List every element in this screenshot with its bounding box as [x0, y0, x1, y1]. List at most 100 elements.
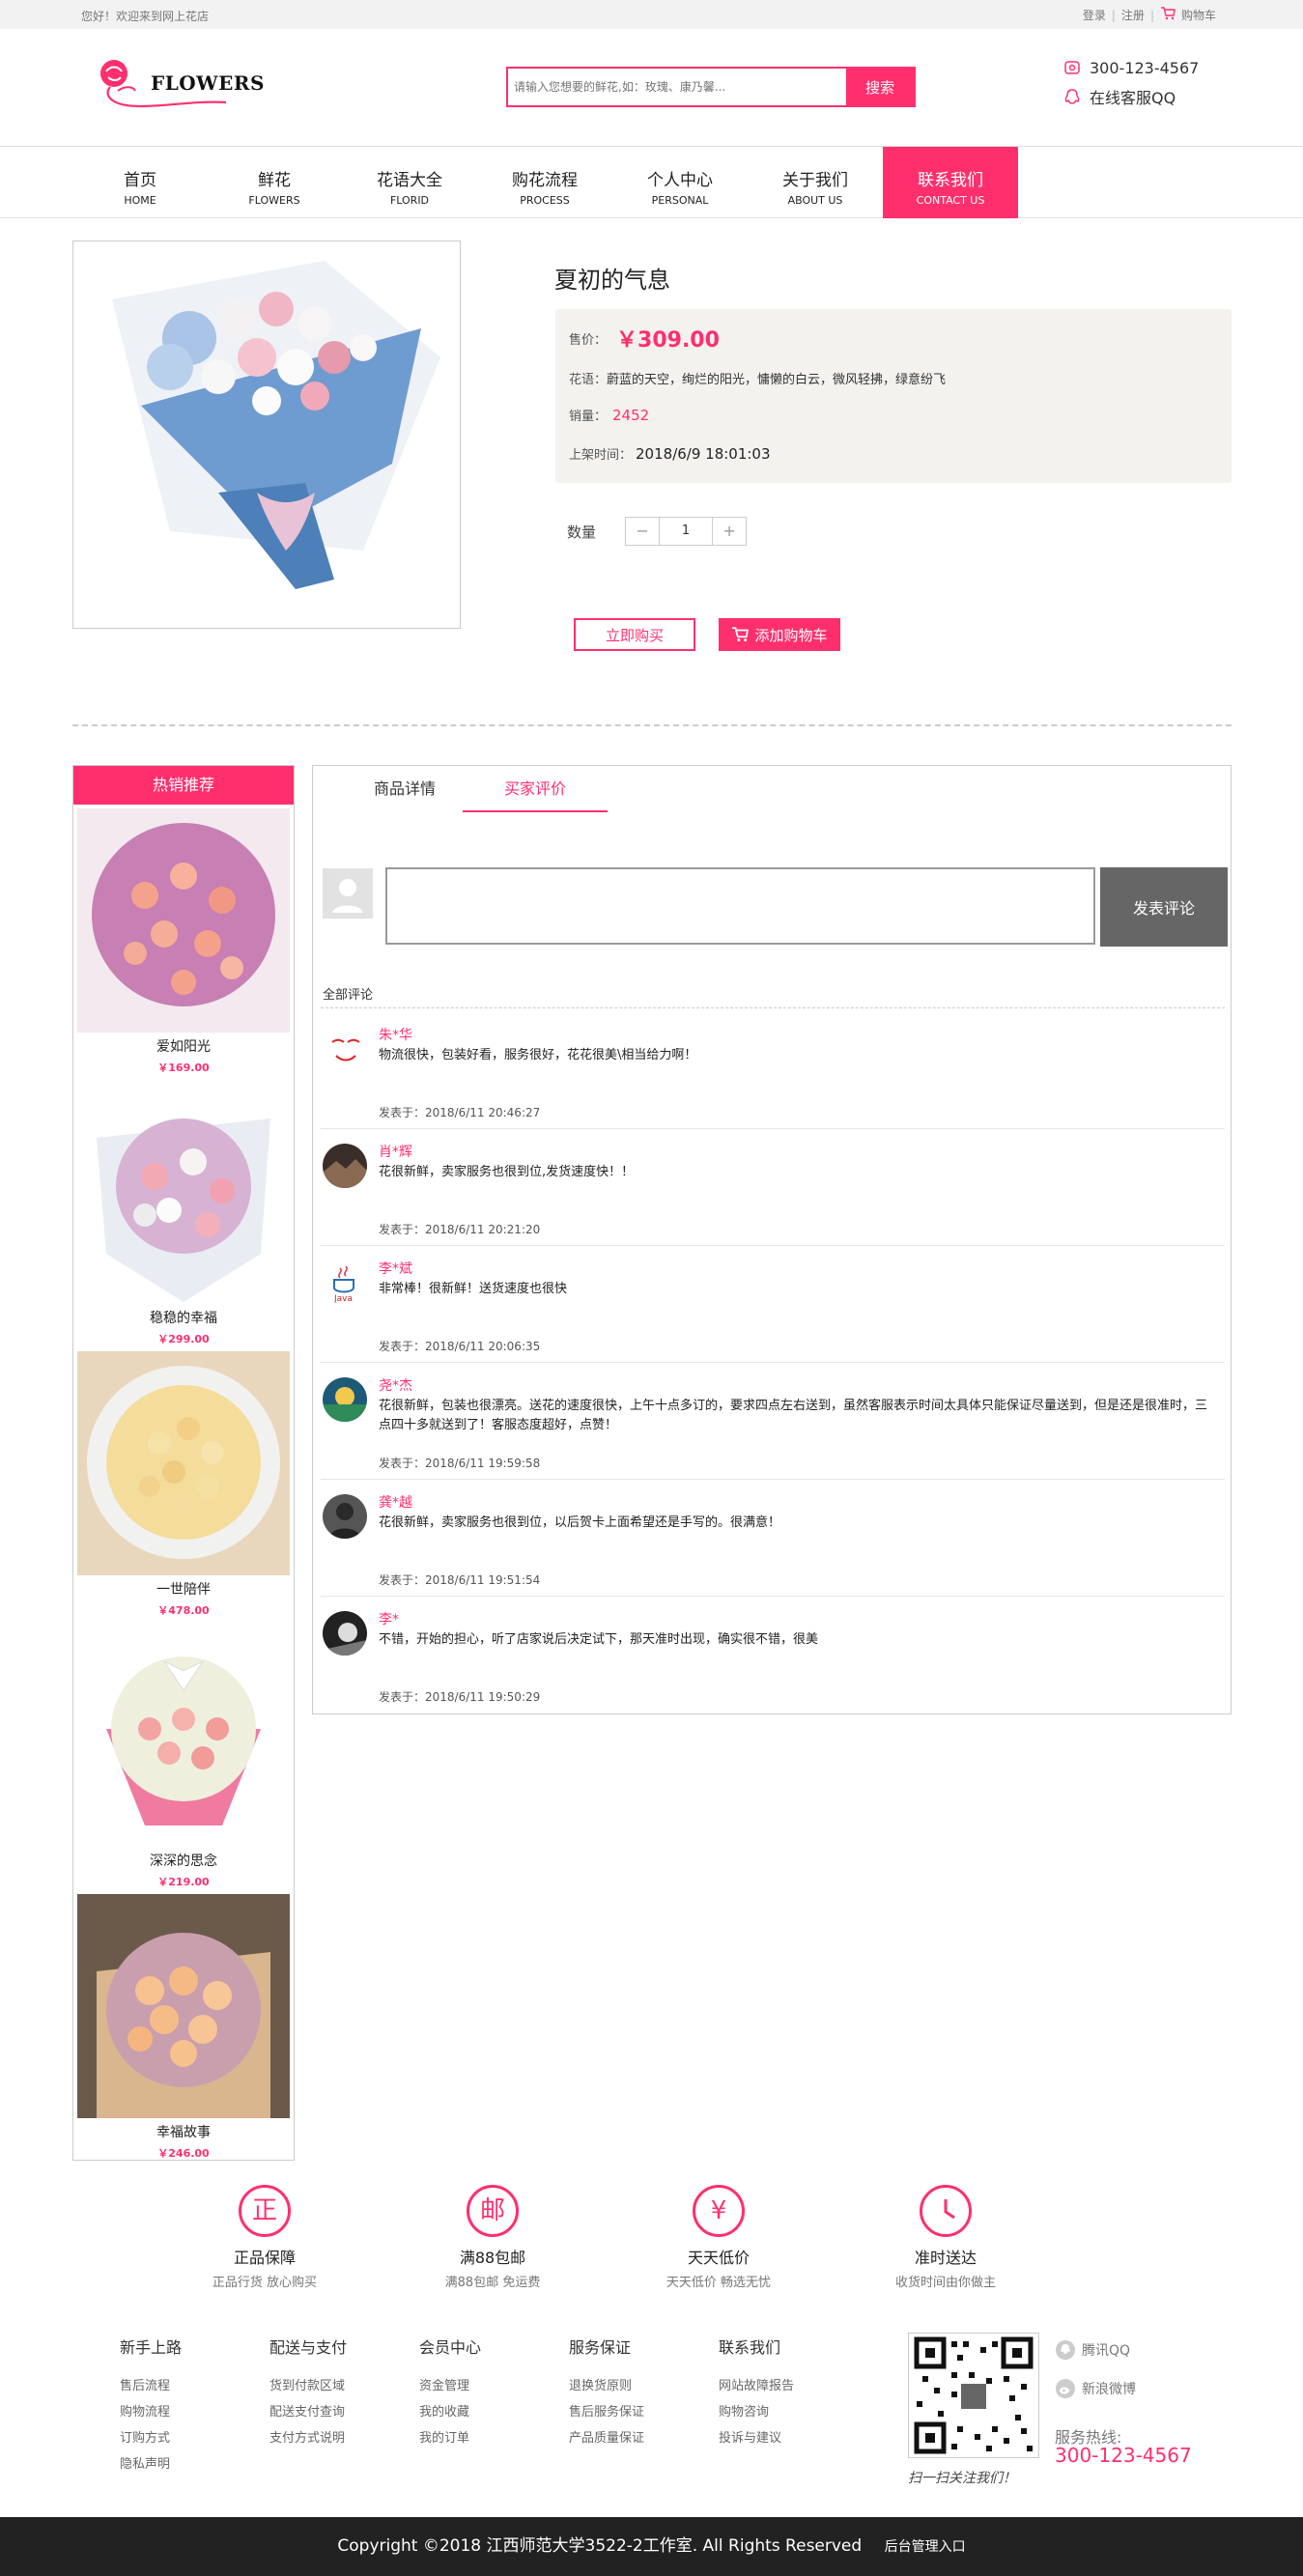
logo[interactable]: FLOWERS [89, 52, 264, 120]
footer-link[interactable]: 购物咨询 [719, 2401, 794, 2420]
cart-icon[interactable] [1160, 7, 1176, 23]
hot-item[interactable]: 深深的思念 ￥219.00 [77, 1623, 290, 1898]
hot-item-image[interactable] [77, 808, 290, 1033]
time-prefix: 发表于： [379, 1573, 426, 1587]
commenter-name: 李* [379, 1612, 399, 1628]
register-link[interactable]: 注册 [1121, 7, 1145, 23]
footer-link[interactable]: 产品质量保证 [569, 2427, 644, 2446]
submit-comment-button[interactable]: 发表评论 [1100, 867, 1228, 947]
hot-item-image[interactable] [77, 1080, 290, 1304]
cart-link[interactable]: 购物车 [1181, 7, 1216, 23]
add-cart-button[interactable]: 添加购物车 [719, 618, 840, 651]
weibo-label[interactable]: 新浪微博 [1082, 2379, 1136, 2398]
footer-col-guide: 新手上路 售后流程 购物流程 订购方式 隐私声明 [120, 2335, 182, 2479]
search-input[interactable] [508, 69, 846, 105]
buy-now-button[interactable]: 立即购买 [574, 618, 695, 651]
footer-link[interactable]: 资金管理 [419, 2375, 481, 2393]
hot-item-price: ￥169.00 [157, 1062, 210, 1074]
qq-link[interactable]: 在线客服QQ [1090, 85, 1176, 108]
phone-icon [1064, 61, 1080, 74]
comment-time: 发表于：2018/6/11 20:46:27 [379, 1104, 540, 1120]
comment-item: 李* 不错，开始的担心，听了店家说后决定试下，那天准时出现，确实很不错，很美 发… [321, 1598, 1225, 1713]
qr-caption: 扫一扫关注我们！ [908, 2471, 1016, 2486]
clock-icon [920, 2185, 972, 2237]
qq-label[interactable]: 腾讯QQ [1082, 2340, 1130, 2360]
footer-link[interactable]: 货到付款区域 [269, 2375, 347, 2393]
hot-item[interactable]: 爱如阳光 ￥169.00 [77, 808, 290, 1084]
comment-input[interactable] [385, 867, 1095, 945]
comment-text: 花很新鲜，卖家服务也很到位，以后贺卡上面希望还是手写的。很满意！ [379, 1515, 781, 1530]
hot-item-image[interactable] [77, 1351, 290, 1575]
quantity-row: 数量 − 1 + [567, 517, 748, 546]
hot-item[interactable]: 一世陪伴 ￥478.00 [77, 1351, 290, 1627]
price-label: 售价： [569, 332, 608, 348]
hot-item-name[interactable]: 幸福故事 [77, 2122, 290, 2141]
footer-col-title: 配送与支付 [269, 2338, 348, 2357]
qq-row[interactable]: 在线客服QQ [1062, 82, 1199, 111]
guarantee-title: 天天低价 [687, 2249, 750, 2267]
footer-link[interactable]: 售后服务保证 [569, 2401, 644, 2420]
hot-item-name[interactable]: 稳稳的幸福 [77, 1308, 290, 1327]
quantity-label: 数量 [567, 523, 597, 541]
tab-details[interactable]: 商品详情 [332, 766, 477, 812]
footer-link[interactable]: 支付方式说明 [269, 2427, 347, 2446]
footer-col-title: 新手上路 [120, 2338, 183, 2357]
search-bar: 搜索 [506, 67, 916, 107]
footer-link[interactable]: 购物流程 [120, 2401, 182, 2420]
footer-link[interactable]: 配送支付查询 [269, 2401, 347, 2420]
footer-link[interactable]: 投诉与建议 [719, 2427, 794, 2446]
nav-home[interactable]: 首页 HOME [72, 147, 208, 218]
qr-code [908, 2333, 1039, 2458]
separator: | [1111, 8, 1116, 22]
footer-link[interactable]: 退换货原则 [569, 2375, 644, 2393]
hot-item-image[interactable] [77, 1894, 290, 2118]
guarantee-subtitle: 正品行货 放心购买 [212, 2276, 318, 2290]
comment-time: 发表于：2018/6/11 20:06:35 [379, 1338, 540, 1354]
nav-contact[interactable]: 联系我们 CONTACT US [883, 147, 1018, 218]
admin-link[interactable]: 后台管理入口 [885, 2539, 966, 2555]
nav-label: 鲜花 [258, 171, 291, 190]
footer-link[interactable]: 我的订单 [419, 2427, 481, 2446]
sales-row: 销量： 2452 [569, 406, 649, 425]
comment-item: 肖*辉 花很新鲜，卖家服务也很到位,发货速度快！！ 发表于：2018/6/11 … [321, 1130, 1225, 1246]
comment-time: 发表于：2018/6/11 19:59:58 [379, 1455, 540, 1471]
footer-link[interactable]: 网站故障报告 [719, 2375, 794, 2393]
comment-time: 发表于：2018/6/11 19:50:29 [379, 1688, 540, 1705]
nav-flowers[interactable]: 鲜花 FLOWERS [207, 147, 342, 218]
search-button[interactable]: 搜索 [846, 69, 914, 105]
hot-item-name[interactable]: 深深的思念 [77, 1851, 290, 1870]
nav-label: 购花流程 [512, 171, 578, 190]
nav-about[interactable]: 关于我们 ABOUT US [748, 147, 883, 218]
weibo-social[interactable]: 新浪微博 [1055, 2378, 1136, 2399]
hot-item[interactable]: 幸福故事 ￥246.00 [77, 1894, 290, 2161]
hot-item-name[interactable]: 一世陪伴 [77, 1579, 290, 1599]
hot-item-image[interactable] [77, 1623, 290, 1847]
tab-reviews[interactable]: 买家评价 [463, 766, 608, 812]
nav-process[interactable]: 购花流程 PROCESS [477, 147, 612, 218]
price-value: ￥309.00 [616, 328, 720, 353]
qty-minus-button[interactable]: − [626, 518, 659, 545]
footer-link[interactable]: 我的收藏 [419, 2401, 481, 2420]
commenter-avatar: Java [323, 1260, 367, 1305]
qty-input[interactable]: 1 [659, 518, 714, 545]
time-prefix: 发表于： [379, 1457, 426, 1470]
guarantee-genuine: 正 正品保障 正品行货 放心购买 [168, 2185, 361, 2290]
comment-item: Java 李*斌 非常棒！很新鲜！送货速度也很快 发表于：2018/6/11 2… [321, 1247, 1225, 1363]
nav-label: 首页 [124, 171, 156, 190]
nav-personal[interactable]: 个人中心 PERSONAL [612, 147, 748, 218]
svg-text:Java: Java [333, 1294, 353, 1304]
qty-plus-button[interactable]: + [713, 518, 746, 545]
hot-item-name[interactable]: 爱如阳光 [77, 1036, 290, 1056]
footer-link[interactable]: 售后流程 [120, 2375, 182, 2393]
comment-text: 花很新鲜，卖家服务也很到位,发货速度快！！ [379, 1165, 635, 1179]
qq-social[interactable]: 腾讯QQ [1055, 2339, 1130, 2361]
login-link[interactable]: 登录 [1083, 7, 1106, 23]
product-image [72, 241, 461, 629]
nav-label: 个人中心 [647, 171, 713, 190]
nav-florid[interactable]: 花语大全 FLORID [342, 147, 477, 218]
time-value: 2018/6/11 19:51:54 [425, 1573, 541, 1587]
footer-link[interactable]: 订购方式 [120, 2427, 182, 2446]
copyright: Copyright ©2018 江西师范大学3522-2工作室. All Rig… [337, 2536, 863, 2556]
hot-item[interactable]: 稳稳的幸福 ￥299.00 [77, 1080, 290, 1355]
footer-link[interactable]: 隐私声明 [120, 2453, 182, 2472]
